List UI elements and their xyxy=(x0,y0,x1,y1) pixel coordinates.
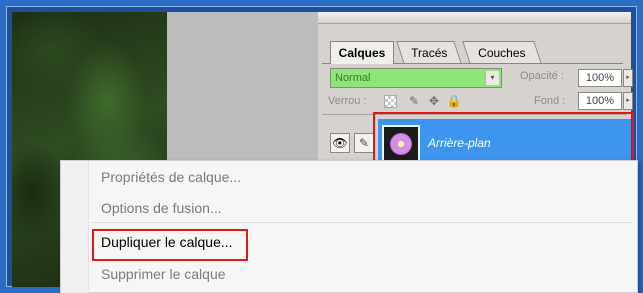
fill-field[interactable]: 100% xyxy=(578,92,622,110)
panel-title-bar xyxy=(318,12,631,24)
menu-separator xyxy=(91,222,631,223)
opacity-field[interactable]: 100% xyxy=(578,69,622,87)
tab-couches[interactable]: Couches xyxy=(462,41,542,64)
menu-item-delete-layer[interactable]: Supprimer le calque xyxy=(101,266,226,282)
lock-icon[interactable]: 🔒 xyxy=(446,93,462,109)
menu-item-layer-properties[interactable]: Propriétés de calque... xyxy=(101,169,241,185)
tab-traces[interactable]: Tracés xyxy=(396,41,462,64)
brush-icon: ✎ xyxy=(354,133,374,153)
blend-row: Normal ▾ Opacité : 100% ▸ xyxy=(330,68,633,88)
opacity-label: Opacité : xyxy=(520,70,565,82)
chevron-down-icon: ▾ xyxy=(485,71,499,85)
context-menu: Propriétés de calque... Options de fusio… xyxy=(60,160,638,293)
panel-tabs: Tracés Couches Calques xyxy=(326,41,626,64)
eye-icon[interactable]: 👁 xyxy=(330,133,350,153)
menu-gutter xyxy=(61,161,89,293)
lock-row: Verrou : ✎ ✥ 🔒 Fond : 100% ▸ xyxy=(326,91,633,111)
move-lock-icon[interactable]: ✥ xyxy=(426,93,442,109)
lock-label: Verrou : xyxy=(328,95,367,107)
tab-calques[interactable]: Calques xyxy=(330,41,394,64)
transparency-lock-icon[interactable] xyxy=(384,95,397,108)
menu-item-blending-options[interactable]: Options de fusion... xyxy=(101,200,222,216)
opacity-slider-arrow-icon[interactable]: ▸ xyxy=(623,69,633,87)
fill-label: Fond : xyxy=(534,95,566,107)
fill-slider-arrow-icon[interactable]: ▸ xyxy=(623,92,633,110)
blend-mode-select[interactable]: Normal ▾ xyxy=(330,68,502,88)
brush-lock-icon[interactable]: ✎ xyxy=(406,93,422,109)
duplicate-highlight-box xyxy=(92,229,248,261)
